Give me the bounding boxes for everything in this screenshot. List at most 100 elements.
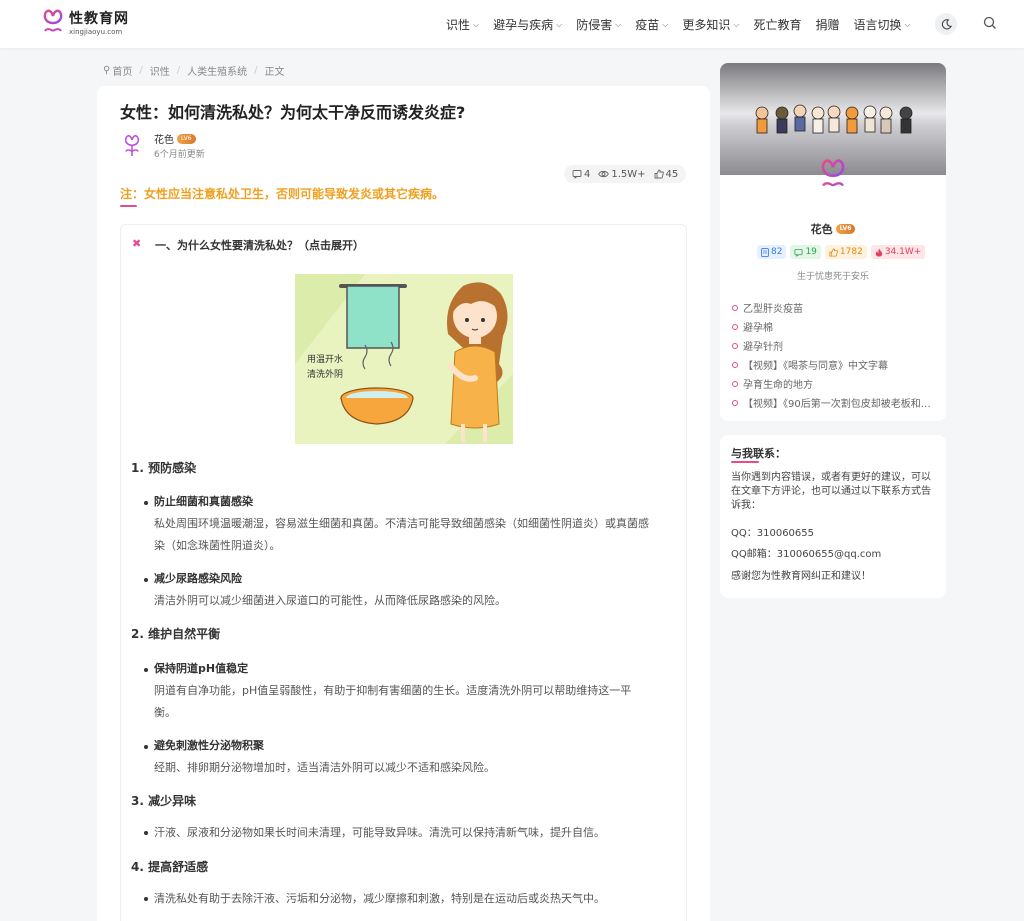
list-bullet	[144, 668, 148, 672]
list-item-text: 阴道有自净功能，pH值呈弱酸性，有助于抑制有害细菌的生长。适度清洗外阴可以帮助维…	[154, 684, 632, 697]
logo-title: 性教育网	[69, 11, 129, 27]
contact-thanks: 感谢您为性教育网纠正和建议！	[731, 571, 871, 582]
link-text: 孕育生命的地方	[743, 380, 813, 391]
profile-name[interactable]: 花色 LV6	[720, 221, 946, 237]
profile-avatar[interactable]	[817, 158, 849, 196]
chevron-down-icon: ⌵	[662, 19, 669, 29]
circle-bullet-icon	[732, 304, 738, 311]
list-item-title: 防止细菌和真菌感染	[154, 495, 253, 508]
illus-text-line2: 清洗外阴	[307, 368, 343, 380]
profile-motto: 生于忧患死于安乐	[796, 272, 869, 282]
search-icon[interactable]	[982, 15, 998, 31]
heat-total: 34.1W+	[870, 245, 926, 259]
nav-label: 语言切换	[853, 18, 902, 32]
view-count: 1.5W+	[598, 169, 646, 180]
level-badge: LV6	[177, 133, 196, 144]
nav-label: 死亡教育	[753, 18, 802, 32]
author-avatar[interactable]	[122, 134, 142, 158]
thumbs-up-icon	[829, 247, 838, 257]
illus-text-line1: 用温开水	[307, 353, 343, 365]
list-item[interactable]: 【视频】《喝茶与同意》中文字幕	[732, 355, 932, 374]
nav-label: 捐赠	[815, 18, 840, 32]
like-count-value: 45	[665, 168, 679, 180]
nav-label: 疫苗	[635, 18, 660, 32]
comment-total[interactable]: 19	[790, 245, 821, 259]
profile-counts: 82 19 1782 34.1W+	[757, 245, 929, 259]
top-header: 性教育网 xingjiaoyu.com 识性 ⌵ 避孕与疾病 ⌵ 防侵害 ⌵ 疫苗 ⌵ …	[0, 0, 1024, 48]
location-pin-icon: ⚲	[103, 65, 111, 76]
collapsible-section: ✖ 一、为什么女性要清洗私处？（点击展开） 用温开水 清洗外阴 1. 预防感染 …	[120, 224, 687, 921]
author-post-list: 乙型肝炎疫苗 避孕棉 避孕针剂 【视频】《喝茶与同意》中文字幕 孕育生命的地方 …	[732, 298, 932, 412]
contact-qq: QQ：310060655	[731, 528, 815, 539]
chevron-down-icon: ⌵	[733, 19, 740, 29]
fire-icon	[875, 247, 882, 257]
list-bullet	[144, 745, 148, 749]
section-heading-3: 3. 减少异味	[131, 794, 197, 808]
nav-item-protection[interactable]: 防侵害 ⌵	[576, 16, 621, 33]
nav-label: 更多知识	[682, 18, 731, 32]
collapse-toggle[interactable]: 一、为什么女性要清洗私处？（点击展开）	[155, 237, 364, 253]
comment-count[interactable]: 4	[572, 169, 590, 180]
list-item[interactable]: 孕育生命的地方	[732, 374, 932, 393]
chevron-down-icon: ⌵	[473, 19, 480, 29]
post-count[interactable]: 82	[757, 245, 787, 259]
washing-illustration: 用温开水 清洗外阴	[295, 274, 513, 444]
eye-icon	[598, 170, 610, 178]
list-item[interactable]: 【视频】《90后第一次割包皮却被老板和…	[732, 393, 932, 412]
moon-icon	[941, 18, 952, 29]
list-bullet	[144, 897, 148, 901]
like-count[interactable]: 45	[654, 168, 679, 180]
link-text: 避孕针剂	[743, 342, 783, 353]
chevron-down-icon: ⌵	[904, 19, 911, 29]
breadcrumb-separator: /	[139, 65, 143, 76]
section-heading-2: 2. 维护自然平衡	[131, 627, 221, 641]
circle-bullet-icon	[732, 361, 738, 368]
nav-item-donate[interactable]: 捐赠	[815, 16, 839, 33]
list-bullet	[144, 501, 148, 505]
nav-item-death-education[interactable]: 死亡教育	[753, 16, 801, 33]
close-icon[interactable]: ✖	[132, 237, 141, 250]
comment-count-value: 4	[584, 168, 591, 180]
circle-bullet-icon	[732, 380, 738, 387]
contact-underline	[731, 461, 759, 463]
author-name[interactable]: 花色 LV6	[154, 131, 196, 146]
site-logo[interactable]: 性教育网 xingjiaoyu.com	[40, 9, 129, 39]
nav-label: 防侵害	[576, 18, 613, 32]
like-total[interactable]: 1782	[824, 245, 867, 259]
breadcrumb-home[interactable]: 首页	[112, 63, 132, 78]
nav-item-language[interactable]: 语言切换 ⌵	[854, 16, 911, 33]
dark-mode-toggle[interactable]	[935, 13, 957, 35]
contact-card: 与我联系： 当你遇到内容错误，或者有更好的建议，可以在文章下方评论，也可以通过以…	[720, 435, 946, 598]
link-text: 【视频】《90后第一次割包皮却被老板和…	[743, 399, 931, 410]
breadcrumb-separator: /	[254, 65, 258, 76]
logo-domain: xingjiaoyu.com	[69, 28, 123, 36]
chevron-down-icon: ⌵	[615, 19, 622, 29]
nav-item-more[interactable]: 更多知识 ⌵	[682, 16, 739, 33]
comment-icon	[572, 170, 582, 179]
author-profile-card: 花色 LV6 82 19 1782 34.1W+ 生于忧患死于安乐 乙型肝炎疫苗 …	[720, 63, 946, 421]
nav-item-contraception[interactable]: 避孕与疾病 ⌵	[493, 16, 562, 33]
nav-item-vaccine[interactable]: 疫苗 ⌵	[635, 16, 668, 33]
circle-bullet-icon	[732, 342, 738, 349]
contact-intro: 当你遇到内容错误，或者有更好的建议，可以在文章下方评论，也可以通过以下联系方式告…	[731, 472, 931, 511]
updated-time: 6个月前更新	[154, 150, 205, 160]
link-text: 乙型肝炎疫苗	[743, 304, 803, 315]
document-icon	[761, 247, 769, 257]
list-item-text: 私处周围环境温暖潮湿，容易滋生细菌和真菌。不清洁可能导致细菌感染（如细菌性阴道炎…	[154, 517, 649, 530]
like-total-value: 1782	[839, 247, 863, 257]
article-title: 女性：如何清洗私处？为何太干净反而诱发炎症?	[120, 103, 466, 122]
logo-text: 性教育网 xingjiaoyu.com	[69, 12, 129, 36]
breadcrumb-subcategory[interactable]: 人类生殖系统	[187, 63, 247, 78]
heat-total-value: 34.1W+	[884, 247, 922, 257]
nav-item-shixing[interactable]: 识性 ⌵	[446, 16, 479, 33]
comment-total-value: 19	[805, 247, 817, 257]
profile-name-text: 花色	[810, 223, 833, 236]
list-item[interactable]: 避孕针剂	[732, 336, 932, 355]
link-text: 避孕棉	[743, 323, 773, 334]
article-note: 注：女性应当注意私处卫生，否则可能导致发炎或其它疾病。	[120, 187, 445, 201]
breadcrumb-category[interactable]: 识性	[150, 63, 170, 78]
list-item[interactable]: 避孕棉	[732, 317, 932, 336]
list-item[interactable]: 乙型肝炎疫苗	[732, 298, 932, 317]
list-item-title: 保持阴道pH值稳定	[154, 662, 249, 675]
nav-label: 识性	[446, 18, 471, 32]
